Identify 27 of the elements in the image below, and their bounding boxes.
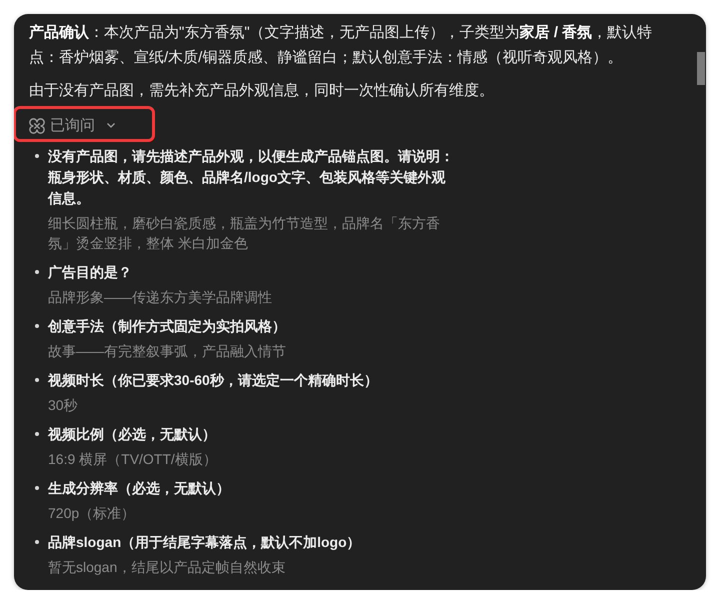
question-text: 没有产品图，请先描述产品外观，以便生成产品锚点图。请说明：瓶身形状、材质、颜色、品牌名/logo文字、包装风格等关键外观信息。 (48, 146, 455, 208)
bullet-icon (35, 270, 39, 274)
scrollbar-thumb[interactable] (697, 52, 705, 85)
bullet-icon (35, 432, 39, 436)
answer-text: 细长圆柱瓶，磨砂白瓷质感，瓶盖为竹节造型，品牌名「东方香氛」烫金竖排，整体 米白加金色 (48, 214, 441, 252)
bullet-icon (35, 324, 39, 328)
chevron-down-icon (107, 123, 115, 128)
question-text: 创意手法（制作方式固定为实拍风格） (48, 316, 287, 336)
question-text: 生成分辨率（必选，无默认） (48, 478, 231, 498)
answer-text: 故事——有完整叙事弧，产品融入情节 (48, 342, 287, 360)
question-text: 品牌slogan（用于结尾字幕落点，默认不加logo） (48, 532, 362, 552)
bullet-icon (35, 486, 39, 490)
message-paragraph: 由于没有产品图，需先补充产品外观信息，同时一次性确认所有维度。 (29, 80, 495, 100)
bullet-icon (35, 378, 39, 382)
answer-text: 品牌形象——传递东方美学品牌调性 (48, 288, 273, 306)
answer-text: 16:9 横屏（TV/OTT/横版） (48, 450, 218, 468)
answer-text: 暂无slogan，结尾以产品定帧自然收束 (48, 558, 286, 576)
message-paragraph: 产品确认：本次产品为"东方香氛"（文字描述，无产品图上传），子类型为家居 / 香氛，默认特点：香炉烟雾、宣纸/木质/铜器质感、静谧留白；默认创意手法：情感（视听奇观风格）。 (29, 23, 654, 68)
answer-text: 30秒 (48, 396, 79, 414)
question-text: 视频比例（必选，无默认） (48, 424, 217, 444)
question-text: 视频时长（你已要求30-60秒，请选定一个精确时长） (48, 370, 379, 390)
answer-text: 720p（标准） (48, 504, 136, 522)
bullet-icon (35, 540, 39, 544)
clover-icon (29, 118, 45, 134)
question-text: 广告目的是？ (48, 262, 133, 282)
bullet-icon (35, 154, 39, 158)
asked-toggle[interactable]: 已询问 (29, 114, 115, 138)
